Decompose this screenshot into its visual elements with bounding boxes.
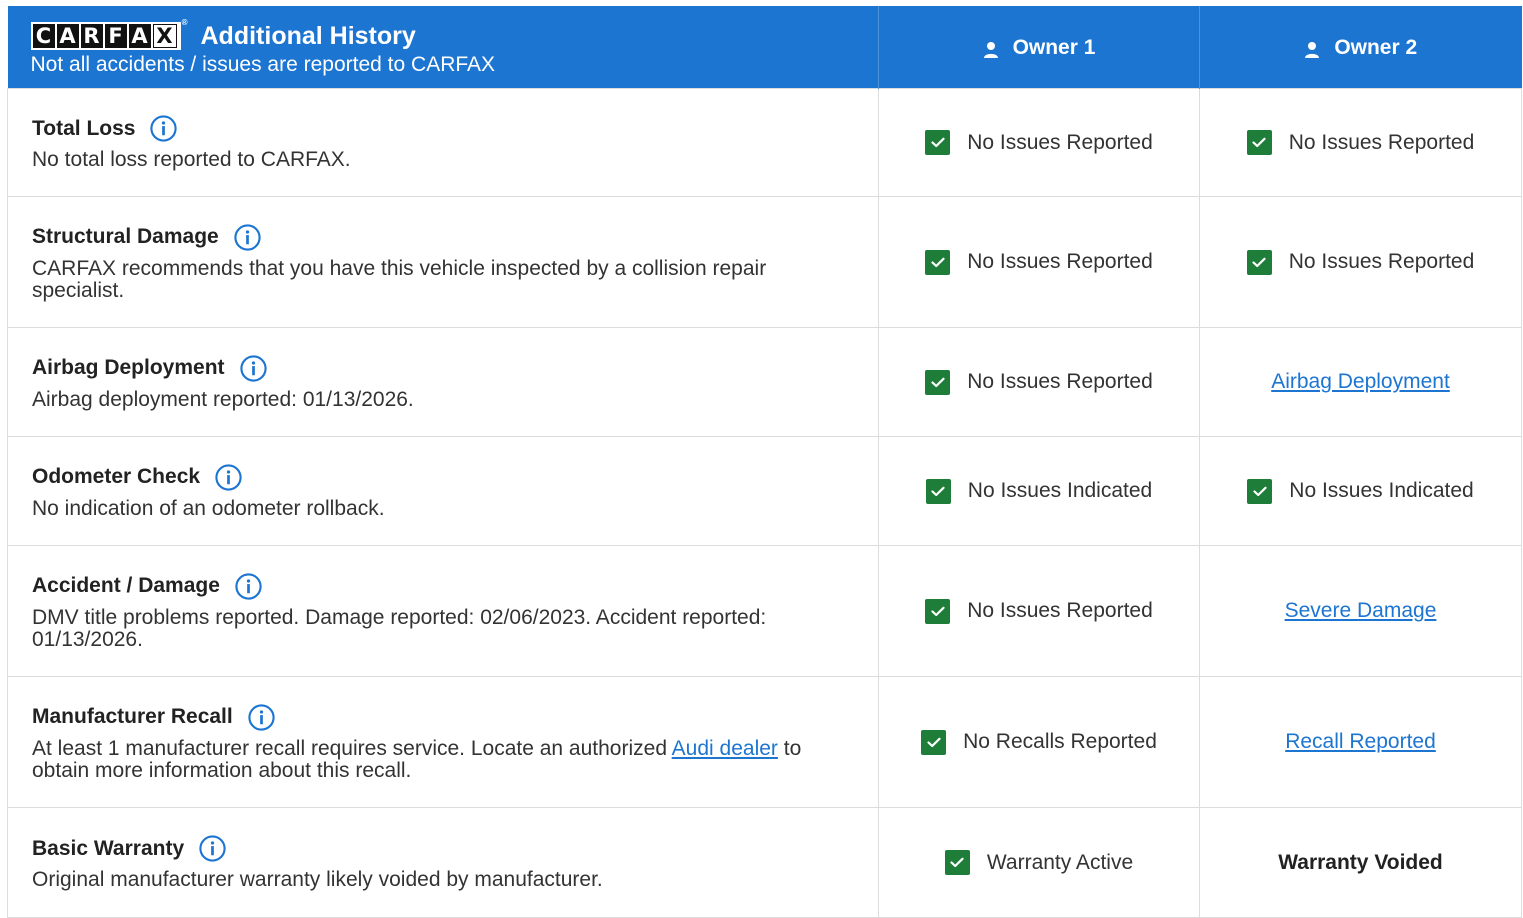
checkbox-checked-icon: [1246, 130, 1272, 155]
checkbox-checked-icon: [925, 130, 951, 155]
category-title: Structural Damage: [32, 223, 858, 252]
table-row: Basic Warranty Original manufacturer warr…: [7, 807, 1522, 918]
owner-2-status-cell: No Issues Reported: [1199, 88, 1522, 197]
info-circle-icon[interactable]: [247, 703, 276, 732]
owner-1-status-cell: No Issues Reported: [878, 196, 1200, 328]
history-table: C A R F A X ® Additional History Not all…: [7, 6, 1522, 918]
category-cell: Odometer Check No indication of an odomet…: [7, 436, 879, 546]
category-description: Airbag deployment reported: 01/13/2026.: [32, 387, 414, 411]
category-cell: Airbag Deployment Airbag deployment repor…: [7, 327, 879, 437]
category-description: CARFAX recommends that you have this veh…: [32, 256, 767, 302]
info-circle-icon[interactable]: [198, 834, 227, 863]
category-cell: Basic Warranty Original manufacturer warr…: [7, 807, 879, 918]
section-subtitle: Not all accidents / issues are reported …: [30, 52, 496, 76]
info-circle-icon[interactable]: [214, 463, 243, 492]
trademark-mark: ®: [181, 18, 188, 27]
status-text: No Issues Reported: [967, 130, 1153, 154]
owner-1-label: Owner 1: [1012, 36, 1096, 59]
owner-2-header: Owner 2: [1199, 6, 1522, 89]
owner-1-status-cell: No Recalls Reported: [878, 676, 1200, 808]
status-indicator: No Issues Reported: [925, 598, 1153, 624]
table-row: Accident / Damage DMV title problems repo…: [7, 545, 1522, 677]
category-description: DMV title problems reported. Damage repo…: [32, 605, 767, 651]
dealer-link[interactable]: Audi dealer: [672, 737, 778, 760]
checkbox-checked-icon: [1247, 478, 1273, 504]
status-text: No Issues Indicated: [967, 479, 1153, 502]
status-link[interactable]: Recall Reported: [1285, 730, 1436, 753]
status-text: No Recalls Reported: [963, 730, 1157, 753]
category-cell: Accident / Damage DMV title problems repo…: [7, 545, 879, 677]
person-icon: [983, 42, 998, 58]
status-text: Warranty Voided: [1278, 850, 1443, 874]
status-text: No Issues Reported: [1288, 130, 1475, 154]
header-row: C A R F A X ® Additional History Not all…: [7, 6, 1522, 89]
owner-1-status-cell: No Issues Reported: [878, 88, 1200, 197]
checkbox-checked-icon: [925, 369, 951, 395]
owner-2-label: Owner 2: [1334, 36, 1418, 59]
table-row: Airbag Deployment Airbag deployment repor…: [7, 327, 1522, 437]
category-cell: Structural Damage CARFAX recommends that …: [7, 196, 879, 328]
checkbox-checked-icon: [944, 850, 970, 875]
section-title: Additional History: [200, 21, 416, 50]
status-text: No Issues Reported: [1288, 250, 1475, 273]
category-cell: Total Loss No total loss reported to CARF…: [7, 88, 879, 197]
info-circle-icon[interactable]: [234, 572, 263, 601]
info-circle-icon[interactable]: [233, 223, 262, 252]
status-text: Warranty Active: [986, 850, 1134, 874]
category-description: No indication of an odometer rollback.: [32, 496, 385, 520]
owner-2-status-cell: No Issues Reported: [1199, 196, 1522, 328]
owner-1-status-cell: No Issues Reported: [878, 545, 1200, 677]
owner-2-status-cell: Warranty Voided: [1199, 807, 1522, 918]
checkbox-checked-icon: [921, 729, 947, 755]
info-circle-icon[interactable]: [239, 354, 268, 383]
category-title: Odometer Check: [32, 463, 858, 492]
checkbox-checked-icon: [1246, 249, 1272, 275]
status-indicator: No Issues Indicated: [1247, 478, 1474, 504]
table-row: Odometer Check No indication of an odomet…: [7, 436, 1522, 546]
table-row: Total Loss No total loss reported to CARF…: [7, 88, 1522, 197]
owner-1-header: Owner 1: [878, 6, 1200, 89]
owner-2-status-cell: Airbag Deployment: [1199, 327, 1522, 437]
category-description: At least 1 manufacturer recall requires …: [32, 736, 802, 782]
table-row: Structural Damage CARFAX recommends that …: [7, 196, 1522, 328]
category-title: Basic Warranty: [32, 834, 858, 863]
brand-header: C A R F A X ® Additional History Not all…: [7, 6, 879, 89]
checkbox-checked-icon: [925, 478, 951, 504]
info-circle-icon[interactable]: [149, 114, 178, 143]
owner-2-status-cell: No Issues Indicated: [1199, 436, 1522, 546]
category-cell: Manufacturer Recall At least 1 manufactur…: [7, 676, 879, 808]
owner-2-status-cell: Severe Damage: [1199, 545, 1522, 677]
table-row: Manufacturer Recall At least 1 manufactur…: [7, 676, 1522, 808]
category-title: Accident / Damage: [32, 572, 858, 601]
status-indicator: No Issues Reported: [1246, 130, 1475, 155]
owner-1-status-cell: Warranty Active: [878, 807, 1200, 918]
status-indicator: Warranty Active: [944, 850, 1134, 875]
owner-1-status-cell: No Issues Indicated: [878, 436, 1200, 546]
status-text: No Issues Reported: [967, 250, 1153, 273]
carfax-logo: C A R F A X ®: [30, 18, 188, 50]
checkbox-checked-icon: [925, 598, 951, 624]
status-indicator: No Issues Reported: [925, 249, 1153, 275]
owner-1-status-cell: No Issues Reported: [878, 327, 1200, 437]
status-link[interactable]: Severe Damage: [1285, 599, 1437, 622]
category-description: Original manufacturer warranty likely vo…: [32, 868, 603, 891]
status-text: No Issues Indicated: [1289, 479, 1474, 502]
category-description: No total loss reported to CARFAX.: [32, 148, 351, 171]
category-title: Total Loss: [32, 114, 858, 143]
person-icon: [1305, 42, 1320, 58]
status-link[interactable]: Airbag Deployment: [1271, 370, 1450, 393]
category-title: Manufacturer Recall: [32, 703, 858, 732]
owner-2-status-cell: Recall Reported: [1199, 676, 1522, 808]
status-text: No Issues Reported: [967, 370, 1153, 393]
category-title: Airbag Deployment: [32, 354, 858, 383]
status-indicator: No Issues Reported: [925, 369, 1153, 395]
status-text: No Issues Reported: [967, 599, 1153, 622]
status-indicator: No Issues Reported: [1246, 249, 1475, 275]
status-indicator: No Issues Indicated: [925, 478, 1153, 504]
additional-history-panel: C A R F A X ® Additional History Not all…: [7, 6, 1522, 918]
status-indicator: No Recalls Reported: [921, 729, 1157, 755]
checkbox-checked-icon: [925, 249, 951, 275]
status-indicator: No Issues Reported: [925, 130, 1153, 155]
